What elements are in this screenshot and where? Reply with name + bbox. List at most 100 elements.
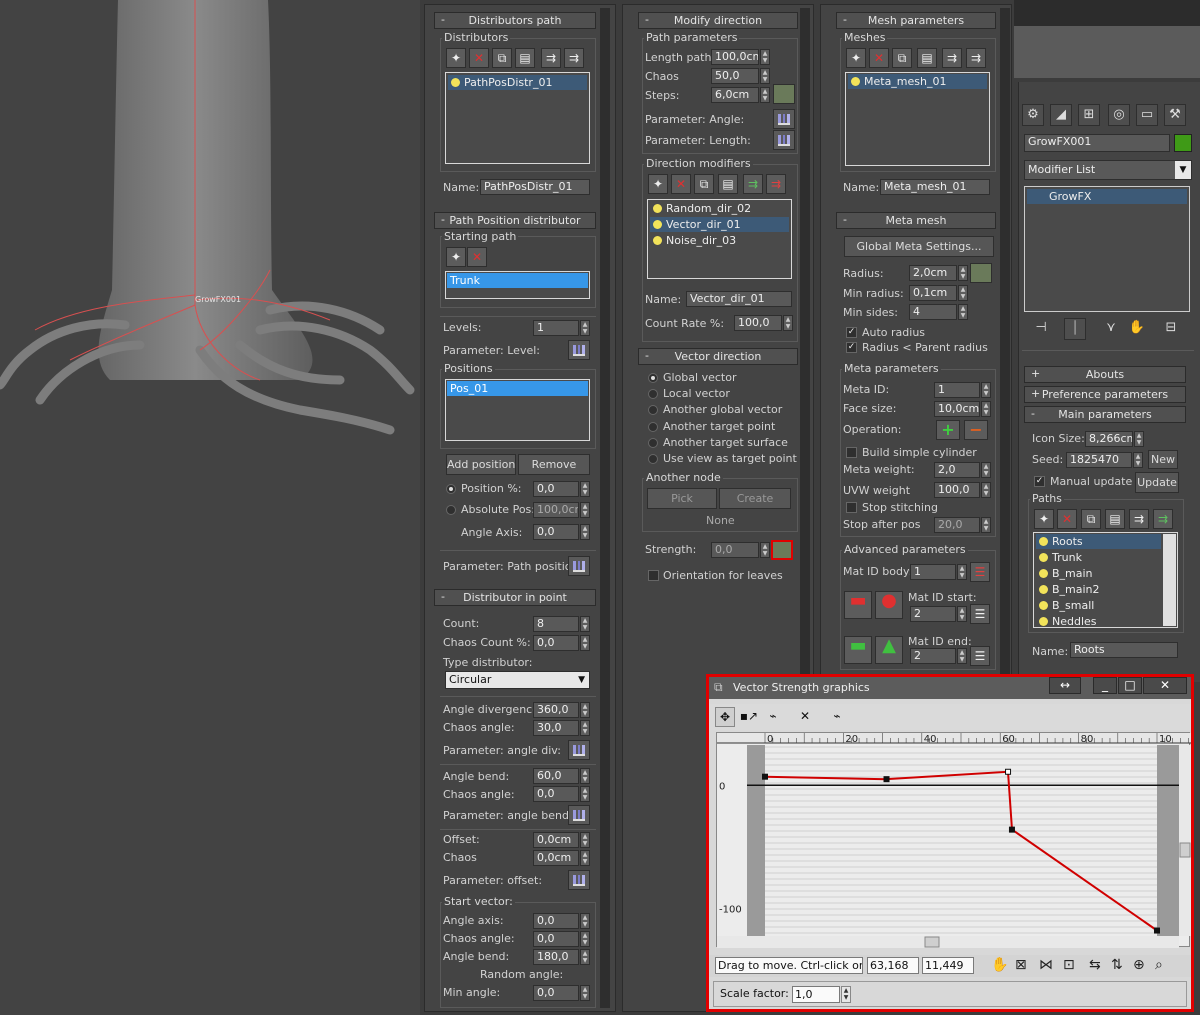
object-name-field[interactable]: GrowFX001 [1024,134,1170,152]
radius-spinner[interactable]: 2,0cm [909,265,957,281]
rollout-distributors-path[interactable]: - Distributors path [434,12,596,29]
delete-path-icon[interactable]: ✕ [467,247,487,267]
new-mesh-icon[interactable]: ✦ [846,48,866,68]
count-rate-spinner[interactable]: 100,0 [734,315,782,331]
add-operation-icon[interactable]: + [936,420,960,440]
param-angle-bend-graph-button[interactable] [568,805,590,825]
direction-modifiers-list[interactable]: Random_dir_02 Vector_dir_01 Noise_dir_03 [647,199,792,279]
cap-start-round-icon[interactable]: ● [875,591,903,619]
strength-spinner[interactable]: 0,0 [711,542,759,558]
icon-size-spinner[interactable]: 8,266cm [1085,431,1133,447]
rollout-main-parameters[interactable]: - Main parameters [1024,406,1186,423]
offset-arrows[interactable]: ▲ ▼ [580,832,590,848]
meta-weight-arrows[interactable]: ▲ ▼ [981,462,991,478]
face-size-arrows[interactable]: ▲ ▼ [981,401,991,417]
horizontal-scroll-thumb[interactable] [924,936,940,948]
icon-size-arrows[interactable]: ▲ ▼ [1134,431,1144,447]
zoom-horizontal-extents-icon[interactable]: ⋈ [1039,957,1053,973]
utilities-tab-icon[interactable]: ⚒ [1164,104,1186,126]
list-item[interactable]: Pos_01 [447,381,588,396]
meta-id-spinner[interactable]: 1 [934,382,980,398]
subtract-operation-icon[interactable]: − [964,420,988,440]
move-up-modifier-icon[interactable]: ⇉ [743,174,763,194]
window-title-bar[interactable]: ⧉ Vector Strength graphics ↔ _ □ ✕ [709,677,1191,699]
paste-icon[interactable]: ▤ [515,48,535,68]
object-color-swatch[interactable] [1174,134,1192,152]
param-level-graph-button[interactable] [568,340,590,360]
list-item[interactable]: Random_dir_02 [650,201,789,216]
remove-position-button[interactable]: Remove [518,454,590,475]
list-item[interactable]: PathPosDistr_01 [448,75,587,90]
scale-factor-field[interactable]: 1,0 [792,986,840,1003]
param-offset-graph-button[interactable] [568,870,590,890]
list-item[interactable]: Trunk [1036,550,1161,565]
list-item[interactable]: Neddles [1036,614,1161,629]
hierarchy-tab-icon[interactable]: ⊞ [1078,104,1100,126]
curve-point[interactable] [1008,826,1015,833]
gear-icon[interactable]: ⚙ [1022,104,1044,126]
display-tab-icon[interactable]: ▭ [1136,104,1158,126]
stop-after-spinner[interactable]: 20,0 [934,517,980,533]
radius-arrows[interactable]: ▲ ▼ [958,265,968,281]
new-item-icon[interactable]: ✦ [446,48,466,68]
param-length-graph-button[interactable] [773,130,795,150]
move-points-icon[interactable]: ✥ [715,707,735,727]
build-cylinder-checkbox[interactable] [846,447,857,458]
mat-id-end-arrows[interactable]: ▲ ▼ [957,648,967,664]
curve-point[interactable] [883,776,890,783]
delete-mesh-icon[interactable]: ✕ [869,48,889,68]
add-position-button[interactable]: Add position [446,454,516,475]
another-target-surface-radio[interactable] [648,438,658,448]
min-angle-arrows[interactable]: ▲ ▼ [580,985,590,1001]
copy-mesh-icon[interactable]: ⧉ [892,48,912,68]
seed-arrows[interactable]: ▲ ▼ [1133,452,1143,468]
positions-list[interactable]: Pos_01 [445,379,590,441]
rollout-mesh-parameters[interactable]: - Mesh parameters [836,12,996,29]
orientation-leaves-checkbox[interactable] [648,570,659,581]
count-spinner[interactable]: 8 [533,616,579,632]
global-vector-radio[interactable] [648,373,658,383]
chaos-angle-3-arrows[interactable]: ▲ ▼ [580,931,590,947]
offset-spinner[interactable]: 0,0cm [533,832,579,848]
motion-tab-icon[interactable]: ◎ [1108,104,1130,126]
minimize-button[interactable]: _ [1093,677,1117,694]
move-down-mesh-icon[interactable]: ⇉ [966,48,986,68]
length-path-arrows[interactable]: ▲ ▼ [760,49,770,65]
modify-tab-icon[interactable]: ◢ [1050,104,1072,126]
radius-parent-checkbox[interactable]: ✓ [846,342,857,353]
move-down-modifier-icon[interactable]: ⇉ [766,174,786,194]
update-button[interactable]: Update [1135,472,1179,493]
auto-radius-checkbox[interactable]: ✓ [846,327,857,338]
param-angle-div-graph-button[interactable] [568,740,590,760]
meta-weight-spinner[interactable]: 2,0 [934,462,980,478]
list-item[interactable]: Roots [1036,534,1161,549]
manual-update-checkbox[interactable]: ✓ [1034,476,1045,487]
type-distributor-dropdown[interactable]: Circular ▼ [445,671,590,689]
reset-curve-icon[interactable]: ⌁ [827,707,847,727]
curve-point[interactable] [762,773,768,780]
list-item[interactable]: Trunk [447,273,588,288]
vertical-scroll-thumb[interactable] [1179,842,1191,858]
meta-id-arrows[interactable]: ▲ ▼ [981,382,991,398]
uvw-weight-arrows[interactable]: ▲ ▼ [981,482,991,498]
angle-axis-spinner[interactable]: 0,0 [533,524,579,540]
add-point-icon[interactable]: ⌁ [763,707,783,727]
cap-start-flat-icon[interactable]: ▬ [844,591,872,619]
min-radius-spinner[interactable]: 0,1cm [909,285,957,301]
curve-point[interactable] [1005,768,1012,775]
move-up-mesh-icon[interactable]: ⇉ [942,48,962,68]
graph-area[interactable]: 0 20 40 60 80 10 0 -100 [716,732,1191,948]
chaos-angle-spinner[interactable]: 30,0 [533,720,579,736]
angle-bend-2-spinner[interactable]: 180,0 [533,949,579,965]
distributors-list[interactable]: PathPosDistr_01 [445,72,590,164]
mesh-name-field[interactable]: Meta_mesh_01 [880,179,990,195]
viewport[interactable]: GrowFX001 [0,0,420,1015]
position-pct-spinner[interactable]: 0,0 [533,481,579,497]
resize-window-button[interactable]: ↔ [1049,677,1081,694]
steps-arrows[interactable]: ▲ ▼ [760,87,770,103]
levels-spinner[interactable]: 1 [533,320,579,336]
paste-mesh-icon[interactable]: ▤ [917,48,937,68]
absolute-pos-spinner[interactable]: 100,0cm [533,502,579,518]
levels-spinner-arrows[interactable]: ▲ ▼ [580,320,590,336]
show-end-result-icon[interactable]: ⏐ [1064,318,1086,340]
